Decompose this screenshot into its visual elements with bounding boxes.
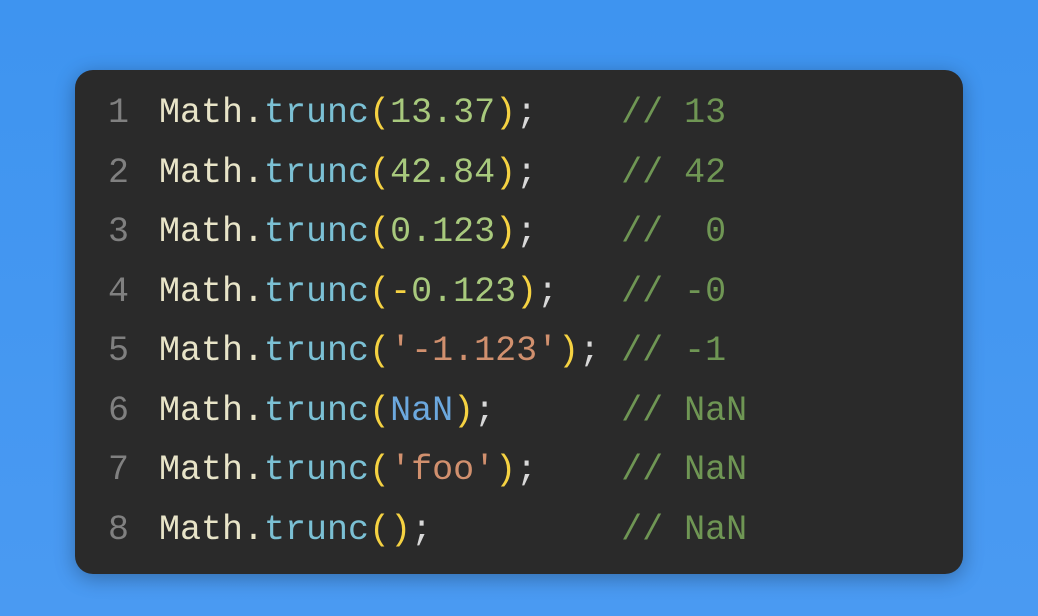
token-comment: // NaN: [621, 450, 747, 490]
token-paren: ): [495, 450, 516, 490]
token-fn: trunc: [264, 153, 369, 193]
code-content[interactable]: Math.trunc(NaN); // NaN: [159, 382, 747, 442]
code-content[interactable]: Math.trunc('-1.123'); // -1: [159, 322, 726, 382]
token-obj: Math: [159, 93, 243, 133]
code-line[interactable]: 3 Math.trunc(0.123); // 0: [87, 203, 941, 263]
token-semi: [432, 510, 621, 550]
code-content[interactable]: Math.trunc(0.123); // 0: [159, 203, 726, 263]
token-dot: .: [243, 391, 264, 431]
token-paren: ): [495, 212, 516, 252]
token-paren: ): [453, 391, 474, 431]
token-fn: trunc: [264, 212, 369, 252]
token-paren: (: [369, 391, 390, 431]
token-semi: ;: [411, 510, 432, 550]
token-fn: trunc: [264, 331, 369, 371]
line-number: 6: [87, 382, 129, 442]
token-comment: // -1: [621, 331, 726, 371]
token-dot: .: [243, 331, 264, 371]
line-number: 1: [87, 84, 129, 144]
token-str: '-1.123': [390, 331, 558, 371]
token-obj: Math: [159, 212, 243, 252]
line-number: 7: [87, 441, 129, 501]
token-paren: (: [369, 510, 390, 550]
token-paren: (: [369, 272, 390, 312]
token-obj: Math: [159, 331, 243, 371]
token-paren: (: [369, 331, 390, 371]
line-number: 4: [87, 263, 129, 323]
token-paren: ): [495, 93, 516, 133]
token-semi: ;: [516, 93, 537, 133]
token-fn: trunc: [264, 510, 369, 550]
token-paren: ): [516, 272, 537, 312]
code-line[interactable]: 8 Math.trunc(); // NaN: [87, 501, 941, 561]
token-semi: ;: [474, 391, 495, 431]
token-dot: .: [243, 450, 264, 490]
token-comment: // -0: [621, 272, 726, 312]
code-content[interactable]: Math.trunc(42.84); // 42: [159, 144, 726, 204]
token-paren: ): [558, 331, 579, 371]
token-op: -: [390, 272, 411, 312]
token-paren: (: [369, 450, 390, 490]
token-num: 0.123: [411, 272, 516, 312]
code-content[interactable]: Math.trunc(-0.123); // -0: [159, 263, 726, 323]
token-comment: // NaN: [621, 510, 747, 550]
token-fn: trunc: [264, 450, 369, 490]
token-paren: (: [369, 212, 390, 252]
token-semi: ;: [516, 450, 537, 490]
code-content[interactable]: Math.trunc(13.37); // 13: [159, 84, 726, 144]
token-num: 42.84: [390, 153, 495, 193]
token-comment: // NaN: [621, 391, 747, 431]
code-line[interactable]: 6 Math.trunc(NaN); // NaN: [87, 382, 941, 442]
token-num: 13.37: [390, 93, 495, 133]
token-num: 0.123: [390, 212, 495, 252]
token-semi: ;: [516, 153, 537, 193]
token-paren: ): [495, 153, 516, 193]
token-comment: // 0: [621, 212, 726, 252]
token-const: NaN: [390, 391, 453, 431]
token-comment: // 13: [621, 93, 726, 133]
token-obj: Math: [159, 450, 243, 490]
token-semi: ;: [537, 272, 558, 312]
token-obj: Math: [159, 391, 243, 431]
line-number: 2: [87, 144, 129, 204]
token-dot: .: [243, 153, 264, 193]
line-number: 3: [87, 203, 129, 263]
token-semi: [495, 391, 621, 431]
token-dot: .: [243, 93, 264, 133]
code-panel: 1Math.trunc(13.37); // 132Math.trunc(42.…: [75, 70, 963, 574]
token-fn: trunc: [264, 391, 369, 431]
token-semi: [537, 93, 621, 133]
code-line[interactable]: 5 Math.trunc('-1.123'); // -1: [87, 322, 941, 382]
token-semi: [558, 272, 621, 312]
token-semi: ;: [516, 212, 537, 252]
token-str: 'foo': [390, 450, 495, 490]
token-semi: [537, 212, 621, 252]
line-number: 8: [87, 501, 129, 561]
token-semi: ;: [579, 331, 600, 371]
token-semi: [537, 153, 621, 193]
token-fn: trunc: [264, 93, 369, 133]
token-dot: .: [243, 510, 264, 550]
token-dot: .: [243, 212, 264, 252]
token-paren: (: [369, 153, 390, 193]
token-semi: [537, 450, 621, 490]
token-paren: (: [369, 93, 390, 133]
code-line[interactable]: 2 Math.trunc(42.84); // 42: [87, 144, 941, 204]
token-fn: trunc: [264, 272, 369, 312]
code-line[interactable]: 4 Math.trunc(-0.123); // -0: [87, 263, 941, 323]
code-line[interactable]: 7 Math.trunc('foo'); // NaN: [87, 441, 941, 501]
line-number: 5: [87, 322, 129, 382]
token-paren: ): [390, 510, 411, 550]
token-dot: .: [243, 272, 264, 312]
token-obj: Math: [159, 510, 243, 550]
token-comment: // 42: [621, 153, 726, 193]
code-content[interactable]: Math.trunc('foo'); // NaN: [159, 441, 747, 501]
code-line[interactable]: 1 Math.trunc(13.37); // 13: [87, 84, 941, 144]
token-obj: Math: [159, 153, 243, 193]
token-obj: Math: [159, 272, 243, 312]
token-semi: [600, 331, 621, 371]
code-content[interactable]: Math.trunc(); // NaN: [159, 501, 747, 561]
